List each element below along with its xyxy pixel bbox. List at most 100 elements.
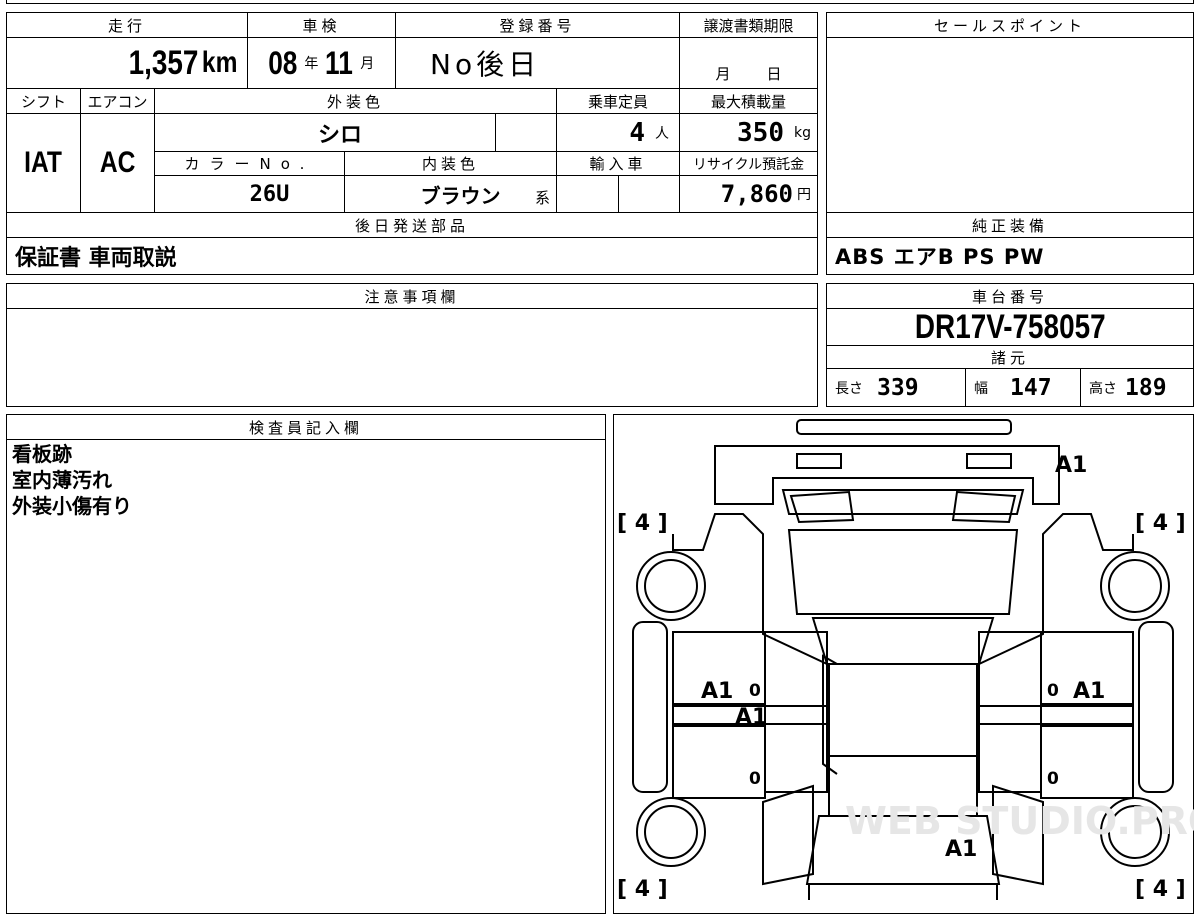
transfer-month-unit: 月 — [715, 65, 731, 83]
damage-code-left-door: A1 — [701, 679, 733, 704]
max-load-unit: kg — [794, 124, 811, 141]
length-cell: 長さ 339 — [826, 368, 966, 407]
registration-header: 登録番号 — [395, 12, 680, 38]
exterior-color-value: シロ — [154, 113, 496, 152]
transfer-deadline-header: 譲渡書類期限 — [679, 12, 818, 38]
chassis-value: DR17V-758057 — [826, 308, 1194, 346]
headlight-left — [796, 453, 842, 469]
mileage-header: 走行 — [6, 12, 248, 38]
color-no-text: 26U — [249, 181, 290, 207]
sales-point-box — [826, 12, 1194, 213]
watermark: WEB STUDIO.PRO — [845, 799, 1194, 843]
specs-header: 諸元 — [826, 345, 1194, 369]
sales-point-header: セールスポイント — [826, 12, 1194, 38]
interior-color-value: ブラウン 系 — [344, 175, 557, 213]
damage-code-right-door: A1 — [1073, 679, 1105, 704]
zero-mark: 0 — [749, 769, 761, 789]
wheel-front-left — [636, 551, 706, 621]
foglight-left — [789, 490, 855, 524]
inspection-header: 車検 — [247, 12, 396, 38]
color-no-header: カラーNo. — [154, 151, 345, 176]
inspection-month: 11 — [325, 44, 354, 81]
recycle-unit: 円 — [797, 187, 811, 203]
shift-text: IAT — [24, 146, 63, 179]
wheel-rear-left-inner — [644, 805, 698, 859]
wheel-front-right — [1100, 551, 1170, 621]
seating-value: 4 人 — [556, 113, 680, 152]
exterior-color-text: シロ — [317, 122, 362, 148]
width-label: 幅 — [974, 380, 988, 397]
dashboard-shape — [811, 617, 995, 665]
ac-value: AC — [80, 113, 155, 213]
interior-color-text: ブラウン — [420, 183, 501, 208]
color-no-value: 26U — [154, 175, 345, 213]
recycle-header: リサイクル預託金 — [679, 151, 818, 176]
registration-number: No後日 — [430, 48, 541, 81]
interior-color-suffix: 系 — [534, 189, 550, 207]
notes-header: 注意事項欄 — [6, 283, 818, 309]
length-label: 長さ — [835, 380, 863, 397]
inspection-year: 08 — [267, 44, 298, 81]
roof-front — [828, 663, 978, 757]
right-side-panel — [1138, 621, 1174, 793]
wheel-front-right-inner — [1108, 559, 1162, 613]
inspector-header: 検査員記入欄 — [6, 414, 606, 440]
transfer-deadline-value: 月 日 — [679, 37, 818, 89]
equipment-text: ABS エアB PS PW — [835, 245, 1045, 269]
later-parts-text: 保証書 車両取説 — [15, 246, 177, 271]
transfer-day-unit: 日 — [766, 65, 782, 83]
car-diagram: [ 4 ] [ 4 ] [ 4 ] [ 4 ] A1 A1 A1 A1 A1 0… — [617, 419, 1194, 900]
import-value-2 — [618, 175, 680, 213]
import-value-1 — [556, 175, 619, 213]
left-side-panel — [632, 621, 668, 793]
seating-unit: 人 — [655, 125, 669, 142]
seating-number: 4 — [629, 117, 645, 148]
damage-code-left-sill: A1 — [735, 705, 767, 730]
exterior-color-header: 外装色 — [154, 88, 557, 114]
zero-mark: 0 — [1047, 681, 1059, 701]
chassis-number: DR17V-758057 — [914, 308, 1106, 346]
inspector-line: 外装小傷有り — [12, 494, 132, 518]
seating-header: 乗車定員 — [556, 88, 680, 114]
wheel-front-left-inner — [644, 559, 698, 613]
inspector-notes: 看板跡 室内薄汚れ 外装小傷有り — [12, 441, 132, 519]
tire-mark-rear-right: [ 4 ] — [1135, 877, 1186, 900]
width-cell: 幅 147 — [965, 368, 1081, 407]
rear-quarter-left — [762, 784, 814, 886]
rear-bumper-shape — [808, 883, 998, 900]
later-parts-header: 後日発送部品 — [6, 212, 818, 238]
height-cell: 高さ 189 — [1080, 368, 1194, 407]
ac-text: AC — [99, 146, 136, 179]
body-outline-top — [672, 513, 1134, 665]
tire-mark-rear-left: [ 4 ] — [617, 877, 668, 900]
right-side-sill — [978, 705, 1134, 725]
mileage-number: 1,357 — [128, 43, 198, 82]
equipment-header: 純正装備 — [826, 212, 1194, 238]
equipment-value: ABS エアB PS PW — [826, 237, 1194, 275]
inspector-line: 室内薄汚れ — [12, 468, 112, 492]
tire-mark-front-right: [ 4 ] — [1135, 511, 1186, 536]
mileage-unit: km — [201, 46, 238, 79]
ac-header: エアコン — [80, 88, 155, 114]
inspection-value: 08 年 11 月 — [247, 37, 396, 89]
recycle-number: 7,860 — [720, 180, 793, 208]
chassis-header: 車台番号 — [826, 283, 1194, 309]
recycle-value: 7,860 円 — [679, 175, 818, 213]
headlight-right — [966, 453, 1012, 469]
width-value: 147 — [1010, 374, 1052, 401]
registration-value: No後日 — [395, 37, 680, 89]
tire-mark-front-left: [ 4 ] — [617, 511, 668, 536]
exterior-color-extra — [495, 113, 557, 152]
left-window-frame — [764, 631, 828, 793]
inspection-year-unit: 年 — [304, 56, 319, 72]
top-border-strip — [6, 0, 1194, 4]
damage-code-front: A1 — [1055, 453, 1087, 478]
shift-value: IAT — [6, 113, 81, 213]
import-header: 輸入車 — [556, 151, 680, 176]
later-parts-value: 保証書 車両取説 — [6, 237, 818, 275]
shift-header: シフト — [6, 88, 81, 114]
wheel-rear-left — [636, 797, 706, 867]
height-label: 高さ — [1089, 380, 1117, 397]
height-value: 189 — [1125, 374, 1167, 401]
max-load-value: 350 kg — [679, 113, 818, 152]
